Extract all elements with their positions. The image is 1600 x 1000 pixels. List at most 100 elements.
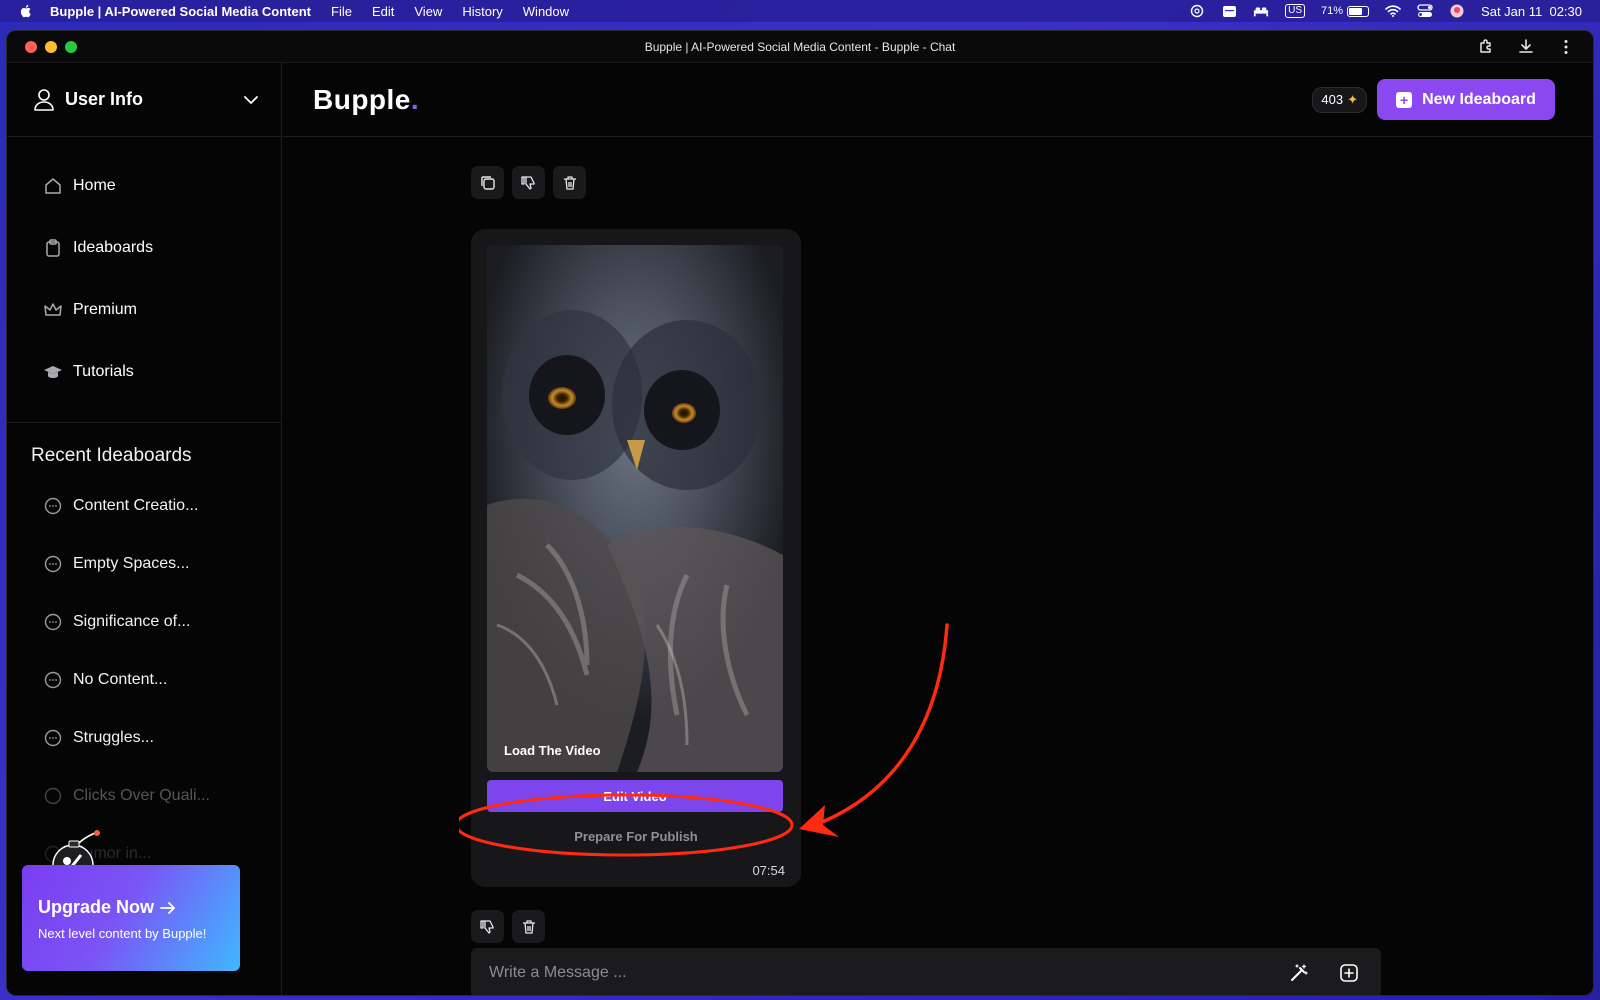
upgrade-title: Upgrade Now: [38, 897, 224, 918]
load-video-label[interactable]: Load The Video: [504, 743, 601, 758]
battery-percent: 71%: [1321, 5, 1344, 17]
recent-ideaboard-label: Content Creatio...: [73, 497, 199, 514]
sidebar-item-label: Tutorials: [73, 363, 134, 380]
recent-ideaboard-item[interactable]: No Content...: [7, 651, 281, 709]
chat-bubble-icon: [44, 613, 62, 631]
trash-icon: [522, 919, 535, 934]
recent-ideaboard-label: Significance of...: [73, 613, 191, 630]
brand-logo[interactable]: Bupple.: [313, 84, 419, 116]
sidebar-item-premium[interactable]: Premium: [7, 279, 281, 341]
recent-ideaboard-item[interactable]: Struggles...: [7, 709, 281, 767]
credits-count: 403: [1321, 92, 1344, 107]
download-icon[interactable]: [1517, 38, 1535, 56]
window-controls: [25, 40, 77, 53]
battery-fill: [1349, 7, 1362, 15]
copy-icon: [480, 175, 495, 190]
chat-bubble-icon: [44, 555, 62, 573]
video-thumbnail[interactable]: Load The Video: [487, 245, 783, 772]
sidebar-item-label: Ideaboards: [73, 239, 154, 256]
brand-dot: .: [410, 83, 420, 115]
credits-badge[interactable]: 403 ✦: [1312, 86, 1367, 113]
chat-bubble-icon: [44, 497, 62, 515]
menu-file[interactable]: File: [331, 4, 352, 19]
video-card: Load The Video Edit Video Prepare For Pu…: [471, 229, 801, 887]
wifi-icon[interactable]: [1385, 4, 1401, 18]
system-menubar: Bupple | AI-Powered Social Media Content…: [0, 0, 1600, 22]
magic-wand-icon[interactable]: [1289, 963, 1309, 983]
video-duration: 07:54: [752, 863, 785, 878]
recent-ideaboard-label: Clicks Over Quali...: [73, 787, 210, 804]
sparkle-icon: ✦: [1347, 91, 1358, 107]
clipboard-icon: [46, 239, 60, 257]
copy-button[interactable]: [471, 166, 504, 199]
control-center-icon[interactable]: [1417, 4, 1433, 18]
edit-video-button[interactable]: Edit Video: [487, 780, 783, 812]
menubar-datetime[interactable]: Sat Jan 11 02:30: [1481, 4, 1582, 19]
menubar-app-name[interactable]: Bupple | AI-Powered Social Media Content: [50, 4, 311, 19]
menu-view[interactable]: View: [414, 4, 442, 19]
menu-history[interactable]: History: [462, 4, 502, 19]
window-titlebar: Bupple | AI-Powered Social Media Content…: [7, 31, 1593, 63]
arrow-right-icon: [160, 901, 175, 914]
new-ideaboard-button[interactable]: + New Ideaboard: [1377, 79, 1555, 120]
window-title: Bupple | AI-Powered Social Media Content…: [644, 39, 956, 54]
dislike-button[interactable]: [512, 166, 545, 199]
plus-icon: +: [1396, 91, 1413, 108]
sidebar-item-label: Premium: [73, 301, 138, 318]
dislike-button[interactable]: [471, 910, 504, 943]
graduation-cap-icon: [44, 366, 62, 378]
user-info-toggle[interactable]: User Info: [7, 63, 281, 137]
menu-window[interactable]: Window: [523, 4, 569, 19]
message-composer[interactable]: Write a Message ...: [471, 948, 1381, 995]
calendar-icon[interactable]: [1221, 4, 1237, 18]
new-ideaboard-label: New Ideaboard: [1422, 90, 1536, 108]
bed-icon[interactable]: [1253, 4, 1269, 18]
user-info-label: User Info: [65, 89, 144, 109]
recent-ideaboard-label: No Content...: [73, 671, 168, 688]
recent-ideaboards-list: Content Creatio... Empty Spaces... Signi…: [7, 477, 281, 883]
delete-button[interactable]: [512, 910, 545, 943]
thumbs-down-icon: [520, 175, 535, 190]
minimize-window-button[interactable]: [45, 40, 57, 53]
openai-icon[interactable]: [1189, 4, 1205, 18]
sidebar-item-label: Home: [73, 177, 116, 194]
keyboard-layout-indicator[interactable]: US: [1285, 4, 1306, 18]
menu-edit[interactable]: Edit: [372, 4, 394, 19]
recent-ideaboard-item[interactable]: Empty Spaces...: [7, 535, 281, 593]
message-input[interactable]: Write a Message ...: [489, 964, 627, 982]
add-attachment-icon[interactable]: [1339, 963, 1359, 983]
apple-logo-icon[interactable]: [18, 3, 34, 19]
home-icon: [45, 178, 61, 194]
sidebar-item-ideaboards[interactable]: Ideaboards: [7, 217, 281, 279]
sidebar-item-tutorials[interactable]: Tutorials: [7, 341, 281, 403]
chat-bubble-icon: [44, 671, 62, 689]
recent-ideaboard-item[interactable]: Clicks Over Quali...: [7, 767, 281, 825]
brand-name: Bupple: [313, 83, 411, 115]
upgrade-banner[interactable]: Upgrade Now Next level content by Bupple…: [22, 865, 240, 971]
trash-icon: [563, 175, 576, 190]
sidebar: User Info Home Ideaboards Premium Tutori…: [7, 63, 282, 995]
close-window-button[interactable]: [25, 40, 37, 53]
prepare-for-publish-link[interactable]: Prepare For Publish: [471, 829, 801, 844]
main-content: Bupple. 403 ✦ + New Ideaboard Load The V…: [283, 63, 1593, 995]
extensions-icon[interactable]: [1477, 38, 1495, 56]
recent-ideaboard-label: Empty Spaces...: [73, 555, 190, 572]
user-avatar-icon[interactable]: [1449, 4, 1465, 18]
maximize-window-button[interactable]: [65, 40, 77, 53]
recent-ideaboard-item[interactable]: Content Creatio...: [7, 477, 281, 535]
battery-status[interactable]: 71%: [1321, 5, 1370, 17]
owl-image: [487, 245, 783, 772]
upgrade-subtitle: Next level content by Bupple!: [38, 926, 207, 941]
recent-ideaboard-item[interactable]: Significance of...: [7, 593, 281, 651]
annotation-arrow: [813, 623, 949, 827]
annotation-arrowhead: [799, 805, 839, 837]
chevron-down-icon: [244, 95, 258, 104]
chat-bubble-icon: [44, 729, 62, 747]
delete-button[interactable]: [553, 166, 586, 199]
recent-ideaboard-label: Struggles...: [73, 729, 154, 746]
sidebar-item-home[interactable]: Home: [7, 155, 281, 217]
chat-bubble-icon: [44, 787, 62, 805]
more-options-icon[interactable]: [1557, 38, 1575, 56]
battery-icon: [1347, 5, 1370, 17]
user-icon: [34, 88, 54, 111]
